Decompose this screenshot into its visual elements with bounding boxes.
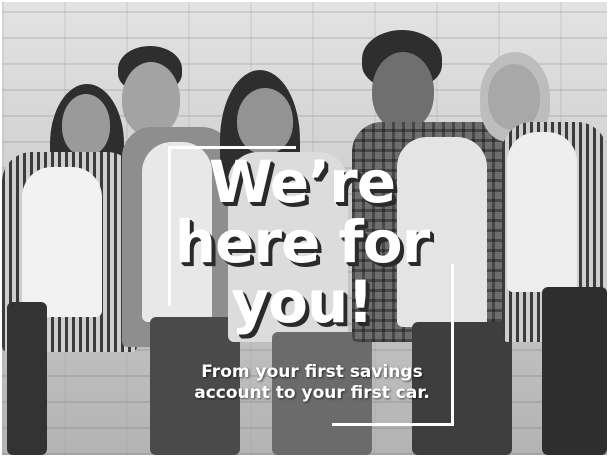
- person-center-right-face: [372, 52, 434, 130]
- person-right-jeans: [542, 287, 607, 455]
- person-right-face: [488, 64, 540, 130]
- headline-line-3: you!: [231, 268, 373, 336]
- person-center-face: [237, 88, 293, 154]
- person-center-left-face: [122, 62, 180, 136]
- person-left-tee: [22, 167, 102, 317]
- person-left-jeans: [7, 302, 47, 455]
- headline-line-1: We’re: [208, 148, 396, 216]
- promo-banner: We’re here for you! From your first savi…: [2, 2, 607, 455]
- headline: We’re here for you!: [152, 152, 452, 332]
- person-right-tee: [507, 132, 577, 292]
- frame-line-bottom: [332, 423, 454, 426]
- subheadline: From your first savings account to your …: [167, 362, 457, 404]
- headline-line-2: here for: [174, 208, 430, 276]
- subheadline-line-1: From your first savings: [201, 362, 423, 382]
- subheadline-line-2: account to your first car.: [194, 383, 430, 403]
- person-left-face: [62, 94, 110, 156]
